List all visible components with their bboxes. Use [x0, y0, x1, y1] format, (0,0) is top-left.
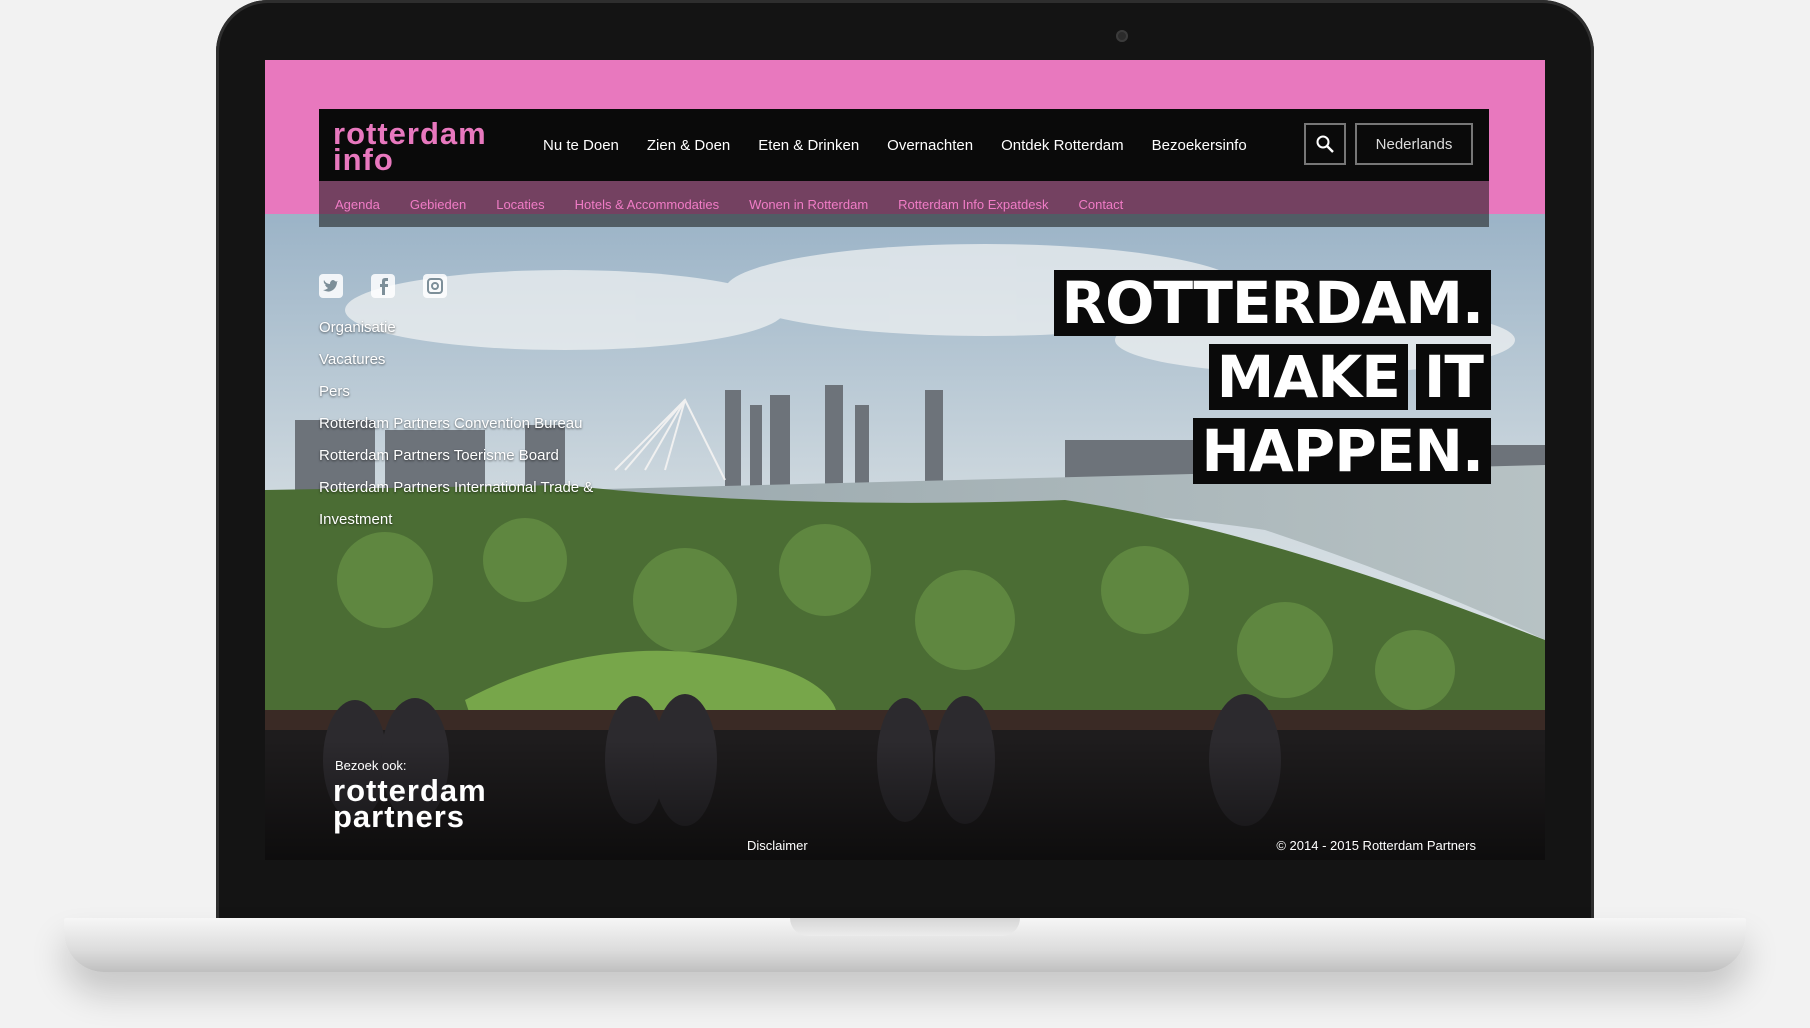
sub-navbar: Agenda Gebieden Locaties Hotels & Accomm… [319, 181, 1489, 227]
subnav-item-hotels[interactable]: Hotels & Accommodaties [575, 197, 720, 212]
laptop-base [64, 918, 1746, 972]
nav-items: Nu te Doen Zien & Doen Eten & Drinken Ov… [543, 109, 1247, 181]
disclaimer-link[interactable]: Disclaimer [747, 838, 808, 853]
side-link-international[interactable]: Rotterdam Partners International Trade &… [319, 472, 599, 536]
search-button[interactable] [1304, 123, 1346, 165]
nav-item-ontdek-rotterdam[interactable]: Ontdek Rotterdam [1001, 137, 1124, 154]
subnav-item-contact[interactable]: Contact [1078, 197, 1123, 212]
side-link-organisatie[interactable]: Organisatie [319, 312, 599, 344]
side-links: Organisatie Vacatures Pers Rotterdam Par… [319, 312, 599, 536]
rotterdam-info-logo[interactable]: rotterdam info [333, 118, 487, 175]
search-icon [1316, 135, 1334, 153]
nav-item-zien-doen[interactable]: Zien & Doen [647, 137, 730, 154]
subnav-item-locaties[interactable]: Locaties [496, 197, 544, 212]
main-navbar: rotterdam info Nu te Doen Zien & Doen Et… [319, 109, 1489, 181]
browser-viewport: rotterdam info Nu te Doen Zien & Doen Et… [265, 60, 1545, 860]
headline-it: IT [1415, 344, 1491, 410]
nav-item-eten-drinken[interactable]: Eten & Drinken [758, 137, 859, 154]
side-link-toerisme-board[interactable]: Rotterdam Partners Toerisme Board [319, 440, 599, 472]
nav-item-bezoekersinfo[interactable]: Bezoekersinfo [1152, 137, 1247, 154]
side-link-convention-bureau[interactable]: Rotterdam Partners Convention Bureau [319, 408, 599, 440]
language-selector[interactable]: Nederlands [1355, 123, 1473, 165]
hero-headline: ROTTERDAM. MAKE IT HAPPEN. [1053, 270, 1491, 484]
facebook-icon[interactable] [371, 274, 395, 298]
headline-line1: ROTTERDAM. [1053, 270, 1491, 336]
camera [1116, 30, 1128, 42]
rotterdam-partners-logo[interactable]: rotterdam partners [333, 775, 487, 834]
subnav-item-expatdesk[interactable]: Rotterdam Info Expatdesk [898, 197, 1048, 212]
laptop-notch [790, 918, 1020, 936]
headline-line2: MAKE IT [1208, 344, 1491, 410]
nav-item-nu-te-doen[interactable]: Nu te Doen [543, 137, 619, 154]
headline-line3: HAPPEN. [1193, 418, 1491, 484]
headline-make: MAKE [1208, 344, 1408, 410]
subnav-item-agenda[interactable]: Agenda [335, 197, 380, 212]
social-links [319, 274, 447, 298]
copyright: © 2014 - 2015 Rotterdam Partners [1276, 838, 1476, 853]
nav-item-overnachten[interactable]: Overnachten [887, 137, 973, 154]
partners-line2: partners [333, 799, 466, 834]
subnav-item-wonen[interactable]: Wonen in Rotterdam [749, 197, 868, 212]
visit-label: Bezoek ook: [335, 758, 407, 773]
subnav-item-gebieden[interactable]: Gebieden [410, 197, 466, 212]
side-link-vacatures[interactable]: Vacatures [319, 344, 599, 376]
twitter-icon[interactable] [319, 274, 343, 298]
side-link-pers[interactable]: Pers [319, 376, 599, 408]
instagram-icon[interactable] [423, 274, 447, 298]
